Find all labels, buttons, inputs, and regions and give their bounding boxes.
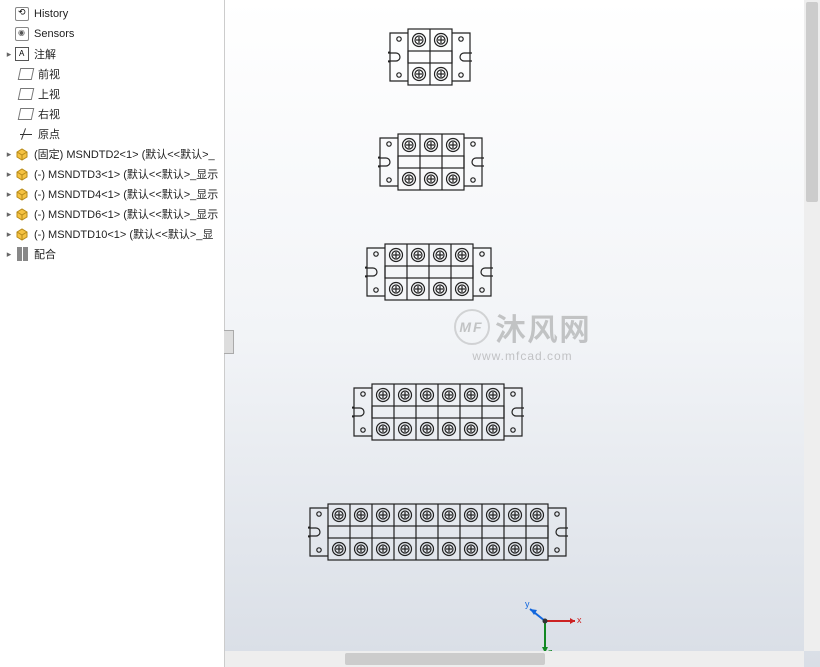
tree-label: (固定) MSNDTD2<1> (默认<<默认>_ xyxy=(34,146,215,162)
sidebar-collapse-handle[interactable] xyxy=(224,330,234,354)
tree-part[interactable]: ▸ (-) MSNDTD3<1> (默认<<默认>_显示 xyxy=(0,164,224,184)
tree-label: (-) MSNDTD6<1> (默认<<默认>_显示 xyxy=(34,206,218,222)
scrollbar-thumb[interactable] xyxy=(806,2,818,202)
horizontal-scrollbar[interactable] xyxy=(225,651,804,667)
tree-label: 右视 xyxy=(38,106,60,122)
tree-part[interactable]: ▸ (-) MSNDTD10<1> (默认<<默认>_显 xyxy=(0,224,224,244)
axis-x-label: x xyxy=(577,615,582,625)
tree-plane-top[interactable]: 上视 xyxy=(0,84,224,104)
terminal-block-2p[interactable] xyxy=(388,25,472,89)
watermark-logo-icon: MF xyxy=(454,309,490,345)
tree-label: (-) MSNDTD3<1> (默认<<默认>_显示 xyxy=(34,166,218,182)
part-icon xyxy=(14,146,30,162)
tree-label: (-) MSNDTD4<1> (默认<<默认>_显示 xyxy=(34,186,218,202)
terminal-block-6p[interactable] xyxy=(352,380,524,444)
chevron-right-icon: ▸ xyxy=(4,209,14,220)
origin-icon xyxy=(18,126,34,142)
part-icon xyxy=(14,226,30,242)
tree-part[interactable]: ▸ (-) MSNDTD4<1> (默认<<默认>_显示 xyxy=(0,184,224,204)
tree-part[interactable]: ▸ (固定) MSNDTD2<1> (默认<<默认>_ xyxy=(0,144,224,164)
tree-history[interactable]: History xyxy=(0,4,224,24)
tree-label: 配合 xyxy=(34,246,56,262)
watermark: MF 沐风网 www.mfcad.com xyxy=(454,305,592,363)
tree-label: 原点 xyxy=(38,126,60,142)
tree-part[interactable]: ▸ (-) MSNDTD6<1> (默认<<默认>_显示 xyxy=(0,204,224,224)
axis-y-label: y xyxy=(525,601,530,609)
vertical-scrollbar[interactable] xyxy=(804,0,820,651)
part-icon xyxy=(14,206,30,222)
terminal-block-10p[interactable] xyxy=(308,500,568,564)
tree-label: History xyxy=(34,8,68,20)
annotation-icon xyxy=(14,46,30,62)
tree-label: 前视 xyxy=(38,66,60,82)
scrollbar-thumb[interactable] xyxy=(345,653,545,665)
history-icon xyxy=(14,6,30,22)
watermark-title: 沐风网 xyxy=(496,305,592,349)
chevron-right-icon: ▸ xyxy=(4,149,14,160)
tree-mates[interactable]: ▸ 配合 xyxy=(0,244,224,264)
plane-icon xyxy=(18,86,34,102)
chevron-right-icon: ▸ xyxy=(4,229,14,240)
plane-icon xyxy=(18,66,34,82)
tree-label: 注解 xyxy=(34,46,56,62)
terminal-block-3p[interactable] xyxy=(378,130,484,194)
feature-tree-panel[interactable]: History Sensors ▸ 注解 前视 上视 右视 原点 xyxy=(0,0,225,667)
chevron-right-icon: ▸ xyxy=(4,169,14,180)
mates-icon xyxy=(14,246,30,262)
chevron-right-icon: ▸ xyxy=(4,49,14,60)
tree-label: 上视 xyxy=(38,86,60,102)
tree-origin[interactable]: 原点 xyxy=(0,124,224,144)
part-icon xyxy=(14,186,30,202)
chevron-right-icon: ▸ xyxy=(4,249,14,260)
tree-sensors[interactable]: Sensors xyxy=(0,24,224,44)
sensor-icon xyxy=(14,26,30,42)
chevron-right-icon: ▸ xyxy=(4,189,14,200)
tree-plane-front[interactable]: 前视 xyxy=(0,64,224,84)
tree-label: (-) MSNDTD10<1> (默认<<默认>_显 xyxy=(34,226,213,242)
tree-annotations[interactable]: ▸ 注解 xyxy=(0,44,224,64)
tree-plane-right[interactable]: 右视 xyxy=(0,104,224,124)
watermark-url: www.mfcad.com xyxy=(454,349,592,363)
part-icon xyxy=(14,166,30,182)
graphics-viewport[interactable]: MF 沐风网 www.mfcad.com x y z xyxy=(225,0,820,667)
tree-label: Sensors xyxy=(34,28,74,40)
terminal-block-4p[interactable] xyxy=(365,240,493,304)
plane-icon xyxy=(18,106,34,122)
